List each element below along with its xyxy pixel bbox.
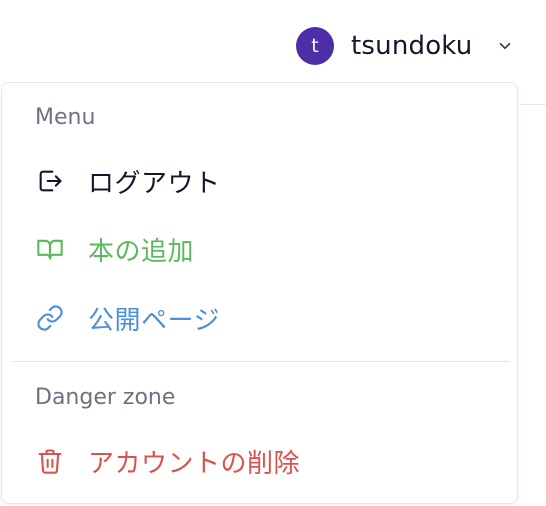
delete-account-menu-item[interactable]: アカウントの削除 [35,441,300,481]
logout-menu-item[interactable]: ログアウト [35,161,221,201]
delete-account-label: アカウントの削除 [88,448,301,479]
menu-section-label: Menu [35,105,96,130]
add-book-label: 本の追加 [88,236,195,267]
avatar[interactable]: t [296,27,334,65]
username[interactable]: tsundoku [351,31,472,61]
danger-zone-label: Danger zone [35,385,176,410]
header-divider [520,104,546,105]
dropdown-menu: Menu ログアウト 本の追加 公開ページ Danger zone アカウントの… [1,82,518,504]
logout-icon [35,166,65,196]
public-page-menu-item[interactable]: 公開ページ [35,298,220,338]
page: t tsundoku Menu ログアウト 本の追加 公開ページ Danger … [0,0,546,506]
book-open-icon [35,234,65,264]
trash-icon [35,446,65,476]
chevron-down-icon[interactable] [496,37,514,55]
avatar-initial: t [311,34,319,57]
public-page-label: 公開ページ [88,305,220,336]
user-menu-trigger[interactable]: t tsundoku [296,25,514,67]
add-book-menu-item[interactable]: 本の追加 [35,229,194,269]
link-icon [35,303,65,333]
logout-label: ログアウト [88,168,221,199]
menu-divider [11,361,510,362]
